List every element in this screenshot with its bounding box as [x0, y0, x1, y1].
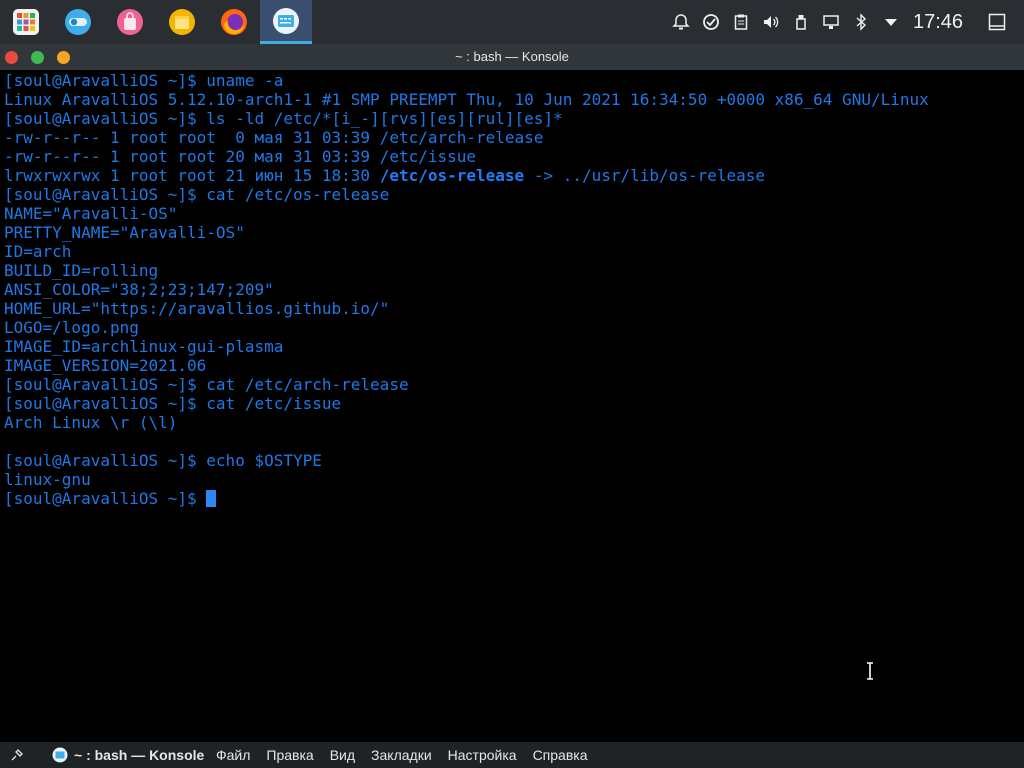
- window-title: ~ : bash — Konsole: [455, 49, 569, 64]
- notifications-icon: [672, 14, 690, 30]
- menu-settings[interactable]: Настройка: [440, 747, 525, 763]
- expand-tray-button[interactable]: [876, 0, 906, 44]
- terminal-line: linux-gnu: [4, 470, 91, 489]
- terminal-line: [soul@AravalliOS ~]$ cat /etc/issue: [4, 394, 342, 413]
- terminal-line: BUILD_ID=rolling: [4, 261, 159, 280]
- terminal-line: [soul@AravalliOS ~]$ uname -a: [4, 71, 284, 90]
- terminal-line: LOGO=/logo.png: [4, 318, 139, 337]
- symlink-name: /etc/os-release: [379, 166, 525, 185]
- menu-edit[interactable]: Правка: [258, 747, 321, 763]
- terminal-line: PRETTY_NAME="Aravalli-OS": [4, 223, 245, 242]
- konsole-icon: [273, 7, 299, 34]
- text-cursor-ibeam-icon: [867, 662, 873, 680]
- settings-launcher-button[interactable]: [52, 0, 104, 44]
- updates-button[interactable]: [696, 0, 726, 44]
- terminal-prompt: [soul@AravalliOS ~]$: [4, 489, 207, 508]
- terminal-prompt-line: [soul@AravalliOS ~]$: [4, 489, 929, 508]
- terminal-line: IMAGE_ID=archlinux-gui-plasma: [4, 337, 284, 356]
- clock[interactable]: 17:46: [906, 11, 970, 34]
- display-button[interactable]: [816, 0, 846, 44]
- app-launcher-icon: [13, 9, 39, 35]
- store-launcher-button[interactable]: [104, 0, 156, 44]
- window-title-bar[interactable]: ~ : bash — Konsole: [0, 44, 1024, 70]
- bluetooth-icon: [856, 13, 867, 31]
- bluetooth-button[interactable]: [846, 0, 876, 44]
- terminal-line: -rw-r--r-- 1 root root 20 мая 31 03:39 /…: [4, 147, 477, 166]
- updates-icon: [703, 14, 719, 30]
- menu-view[interactable]: Вид: [322, 747, 363, 763]
- menu-help[interactable]: Справка: [525, 747, 596, 763]
- terminal-line-suffix: -> ../usr/lib/os-release: [524, 166, 766, 185]
- terminal-line: lrwxrwxrwx 1 root root 21 июн 15 18:30 /…: [4, 166, 929, 185]
- firefox-launcher-button[interactable]: [208, 0, 260, 44]
- clipboard-button[interactable]: [726, 0, 756, 44]
- usb-button[interactable]: [786, 0, 816, 44]
- terminal-line: -rw-r--r-- 1 root root 0 мая 31 03:39 /e…: [4, 128, 544, 147]
- volume-icon: [764, 16, 779, 28]
- terminal-line: HOME_URL="https://aravallios.github.io/": [4, 299, 390, 318]
- notifications-button[interactable]: [666, 0, 696, 44]
- terminal-line: [soul@AravalliOS ~]$ echo $OSTYPE: [4, 451, 322, 470]
- terminal-line: IMAGE_VERSION=2021.06: [4, 356, 207, 375]
- bottom-menu-bar: ~ : bash — Konsole Файл Правка Вид Закла…: [0, 742, 1024, 768]
- volume-button[interactable]: [756, 0, 786, 44]
- settings-toggle-icon: [65, 9, 91, 35]
- app-launcher-button[interactable]: [0, 0, 52, 44]
- window-menu-title[interactable]: ~ : bash — Konsole: [34, 747, 208, 763]
- show-desktop-icon: [988, 13, 1006, 31]
- terminal-line: [soul@AravalliOS ~]$ ls -ld /etc/*[i_-][…: [4, 109, 563, 128]
- top-panel: 17:46: [0, 0, 1024, 44]
- file-manager-icon: [169, 9, 195, 35]
- clipboard-icon: [734, 14, 748, 30]
- terminal-line: ANSI_COLOR="38;2;23;147;209": [4, 280, 274, 299]
- terminal-line-prefix: lrwxrwxrwx 1 root root 21 июн 15 18:30: [4, 166, 380, 185]
- show-desktop-button[interactable]: [970, 0, 1024, 44]
- firefox-icon: [221, 9, 247, 35]
- pin-icon: [11, 749, 23, 761]
- terminal-line: [soul@AravalliOS ~]$ cat /etc/arch-relea…: [4, 375, 409, 394]
- terminal-line: Linux AravalliOS 5.12.10-arch1-1 #1 SMP …: [4, 90, 929, 109]
- usb-icon: [796, 15, 806, 30]
- terminal-line: Arch Linux \r (\l): [4, 413, 178, 432]
- expand-tray-icon: [885, 19, 897, 26]
- bottom-title-label: ~ : bash — Konsole: [74, 747, 205, 763]
- file-manager-launcher-button[interactable]: [156, 0, 208, 44]
- store-bag-icon: [117, 9, 143, 35]
- konsole-task-button[interactable]: [260, 0, 312, 44]
- terminal-line: [soul@AravalliOS ~]$ cat /etc/os-release: [4, 185, 390, 204]
- system-tray: 17:46: [666, 0, 1024, 44]
- terminal-line: ID=arch: [4, 242, 72, 261]
- terminal-line: NAME="Aravalli-OS": [4, 204, 178, 223]
- menu-file[interactable]: Файл: [208, 747, 258, 763]
- pin-button[interactable]: [0, 748, 34, 762]
- terminal-output: [soul@AravalliOS ~]$ uname -a Linux Arava…: [4, 71, 929, 508]
- terminal-view[interactable]: [soul@AravalliOS ~]$ uname -a Linux Arava…: [0, 70, 1024, 742]
- display-icon: [823, 15, 839, 29]
- konsole-small-icon: [52, 747, 68, 763]
- menu-bookmarks[interactable]: Закладки: [363, 747, 440, 763]
- terminal-block-cursor: [206, 490, 217, 507]
